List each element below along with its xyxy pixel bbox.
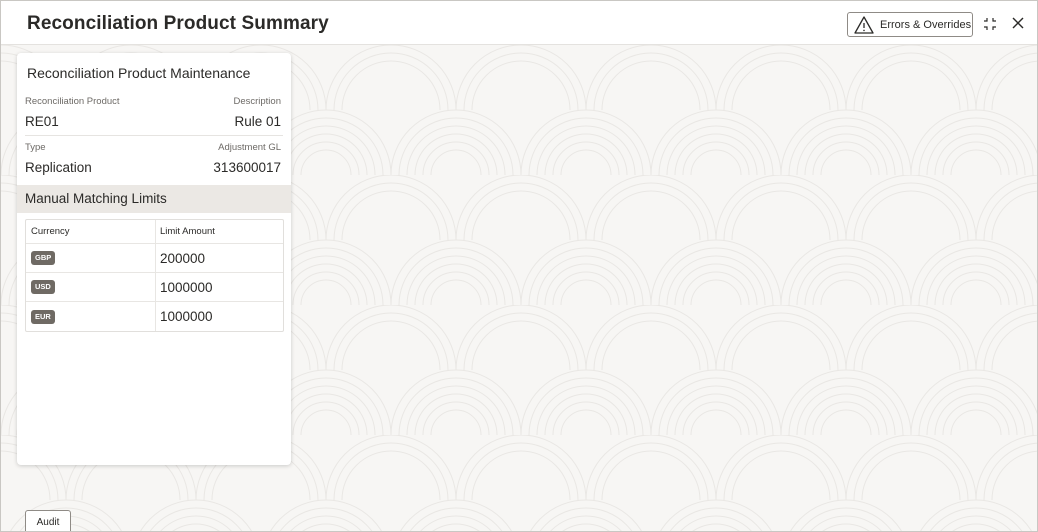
limit-amount-cell: 1000000 [160, 279, 213, 295]
currency-cell: EUR [26, 302, 156, 331]
currency-cell: GBP [26, 244, 156, 272]
card-title: Reconciliation Product Maintenance [27, 65, 251, 81]
page-title: Reconciliation Product Summary [27, 13, 329, 34]
adjustment-gl-label: Adjustment GL [218, 142, 281, 153]
type-label: Type [25, 142, 46, 153]
currency-cell: USD [26, 273, 156, 301]
limit-amount-cell: 200000 [160, 250, 206, 266]
limits-table: Currency Limit Amount GBP 200000 USD 100… [25, 219, 284, 332]
type-value: Replication [25, 160, 92, 175]
table-header-row: Currency Limit Amount [26, 220, 283, 244]
minimize-icon[interactable] [983, 17, 997, 31]
description-value: Rule 01 [234, 114, 281, 129]
reconciliation-product-label: Reconciliation Product [25, 96, 120, 107]
warning-triangle-icon [854, 15, 874, 34]
currency-badge: GBP [31, 251, 56, 265]
manual-matching-limits-header: Manual Matching Limits [17, 185, 291, 213]
errors-overrides-label: Errors & Overrides [880, 18, 972, 31]
page-header: Reconciliation Product Summary Errors & … [1, 1, 1037, 45]
adjustment-gl-value: 313600017 [213, 160, 281, 175]
audit-button[interactable]: Audit [25, 510, 71, 531]
column-header-limit-amount: Limit Amount [160, 226, 215, 237]
reconciliation-product-value: RE01 [25, 114, 59, 129]
currency-badge: EUR [31, 309, 55, 324]
table-row[interactable]: GBP 200000 [26, 244, 283, 273]
product-maintenance-card: Reconciliation Product Maintenance Recon… [17, 53, 291, 465]
errors-overrides-button[interactable]: Errors & Overrides [847, 12, 973, 37]
field-row-type: Type Replication Adjustment GL 313600017 [17, 142, 291, 182]
limit-amount-cell: 1000000 [160, 309, 213, 324]
column-header-currency: Currency [26, 220, 156, 243]
section-title: Manual Matching Limits [25, 191, 167, 206]
close-icon[interactable] [1010, 15, 1026, 31]
description-label: Description [233, 96, 281, 107]
currency-badge: USD [31, 280, 55, 294]
field-row-product: Reconciliation Product RE01 Description … [17, 96, 291, 136]
table-row[interactable]: USD 1000000 [26, 273, 283, 302]
divider [25, 135, 283, 136]
table-row[interactable]: EUR 1000000 [26, 302, 283, 331]
app-window: Reconciliation Product Summary Errors & … [0, 0, 1038, 532]
